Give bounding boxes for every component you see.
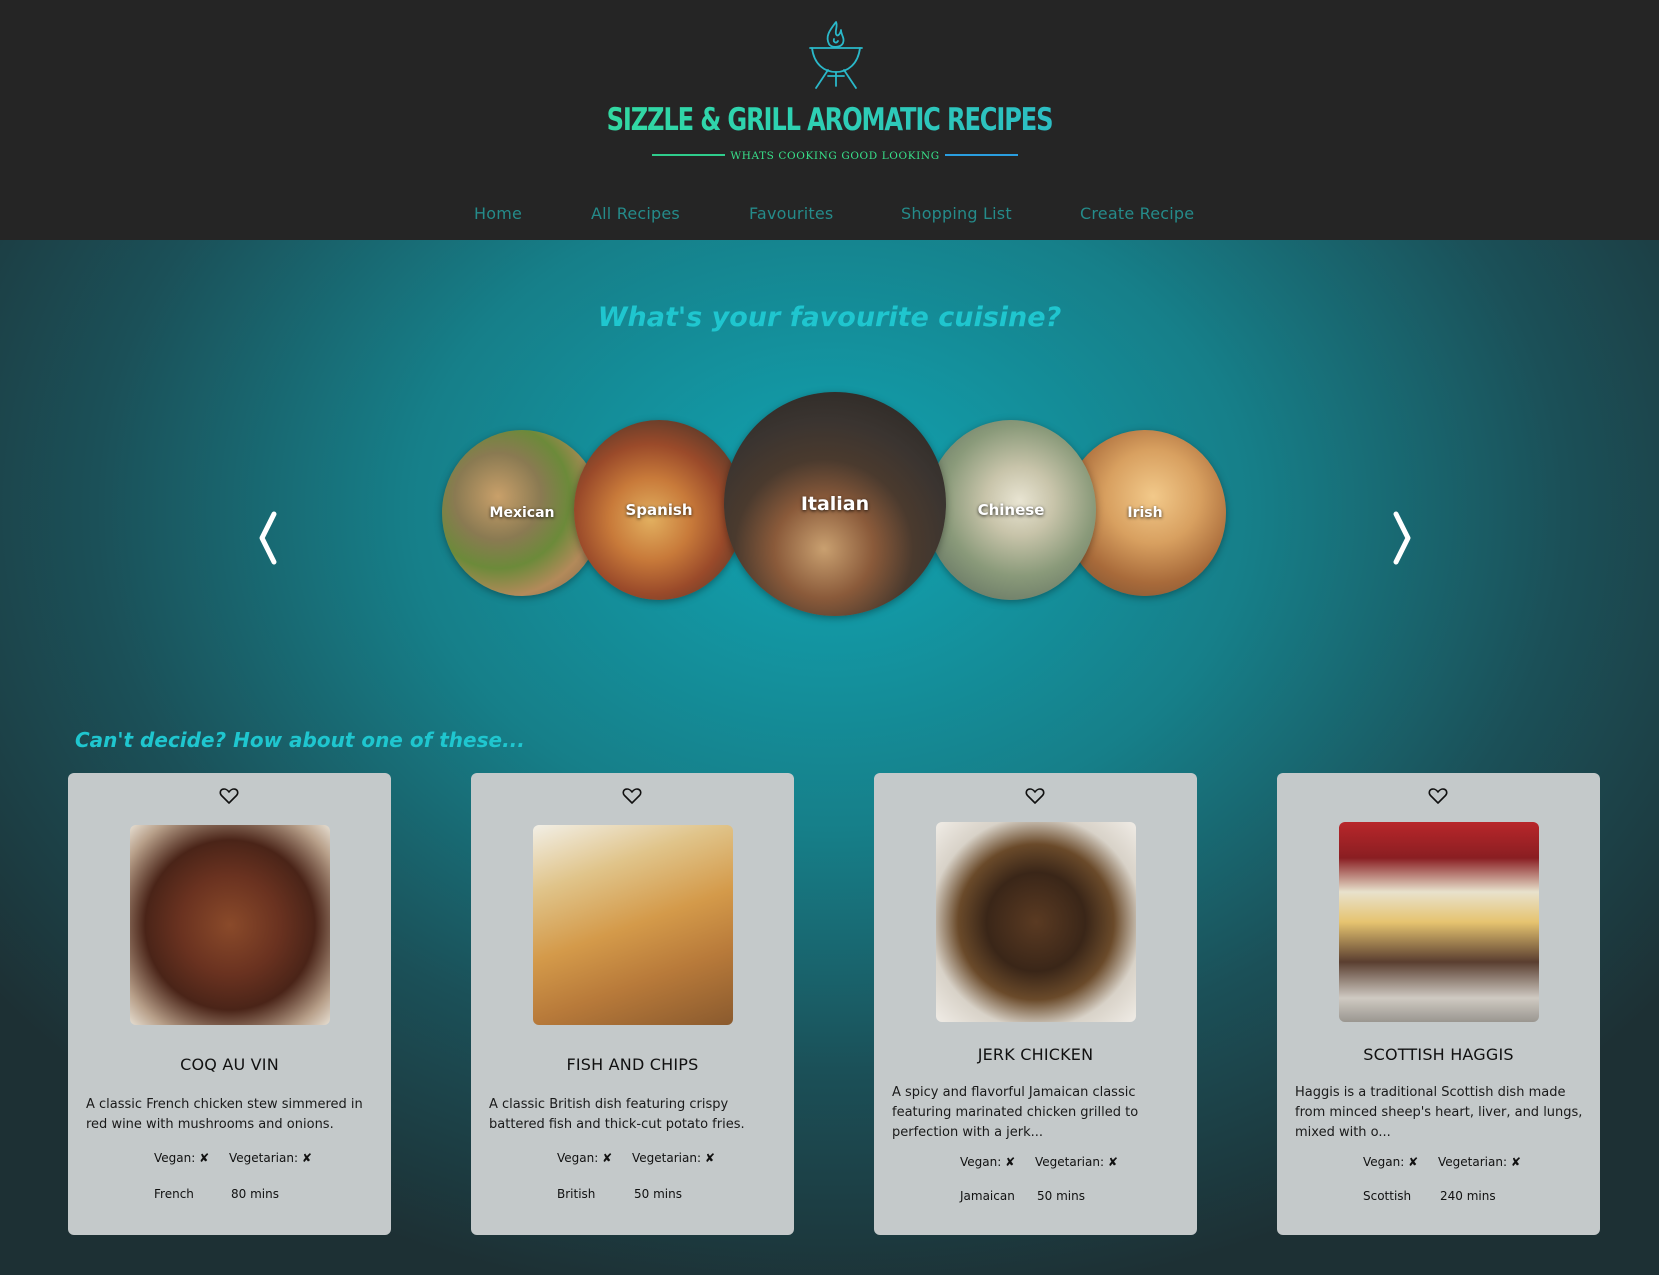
vegetarian-tag: Vegetarian: ✘	[1438, 1155, 1521, 1169]
cuisine-label: Chinese	[977, 501, 1045, 519]
recipe-description: A spicy and flavorful Jamaican classic f…	[892, 1085, 1139, 1140]
heart-icon[interactable]	[219, 787, 239, 805]
cuisine-label: Spanish	[625, 501, 693, 519]
grill-flame-icon[interactable]	[800, 18, 872, 92]
cuisine-chinese[interactable]: Chinese	[926, 420, 1096, 600]
recipe-title[interactable]: FISH AND CHIPS	[471, 1055, 794, 1074]
main-nav: Home All Recipes Favourites Shopping Lis…	[0, 204, 1659, 228]
recipe-card[interactable]: SCOTTISH HAGGIS Haggis is a traditional …	[1277, 773, 1600, 1235]
heart-icon[interactable]	[1428, 787, 1448, 805]
recipe-image[interactable]	[1339, 822, 1539, 1022]
recipe-title[interactable]: JERK CHICKEN	[874, 1045, 1197, 1064]
time-tag: 50 mins	[634, 1187, 682, 1201]
recipe-description: A classic British dish featuring crispy …	[489, 1097, 745, 1132]
vegetarian-tag: Vegetarian: ✘	[1035, 1155, 1118, 1169]
cuisine-spanish[interactable]: Spanish	[574, 420, 744, 600]
site-tagline-row: WHATS COOKING GOOD LOOKING	[652, 150, 1018, 170]
tagline-divider-right	[945, 154, 1018, 156]
vegetarian-tag: Vegetarian: ✘	[229, 1151, 312, 1165]
nav-all-recipes[interactable]: All Recipes	[591, 204, 680, 223]
recipe-title[interactable]: COQ AU VIN	[68, 1055, 391, 1074]
recipe-title[interactable]: SCOTTISH HAGGIS	[1277, 1045, 1600, 1064]
nav-home[interactable]: Home	[474, 204, 522, 223]
vegan-tag: Vegan: ✘	[1363, 1155, 1419, 1169]
recipe-description: A classic French chicken stew simmered i…	[86, 1097, 363, 1132]
recipe-image[interactable]	[130, 825, 330, 1025]
chevron-right-icon[interactable]	[1388, 510, 1418, 566]
chevron-left-icon[interactable]	[252, 510, 282, 566]
cuisine-label: Italian	[800, 493, 870, 515]
cuisine-italian[interactable]: Italian	[724, 392, 946, 616]
cuisine-tag: British	[557, 1187, 596, 1201]
cuisine-label: Irish	[1127, 505, 1163, 521]
heart-icon[interactable]	[622, 787, 642, 805]
cuisine-tag: Jamaican	[960, 1189, 1015, 1203]
cuisine-label: Mexican	[489, 505, 555, 521]
recipe-card[interactable]: COQ AU VIN A classic French chicken stew…	[68, 773, 391, 1235]
tagline-divider-left	[652, 154, 725, 156]
recipe-card[interactable]: FISH AND CHIPS A classic British dish fe…	[471, 773, 794, 1235]
nav-favourites[interactable]: Favourites	[749, 204, 833, 223]
main-content: What's your favourite cuisine? Mexican C…	[0, 240, 1659, 1275]
vegan-tag: Vegan: ✘	[557, 1151, 613, 1165]
site-tagline: WHATS COOKING GOOD LOOKING	[730, 150, 940, 162]
nav-shopping-list[interactable]: Shopping List	[901, 204, 1012, 223]
site-title: SIZZLE & GRILL AROMATIC RECIPES	[182, 102, 1476, 138]
time-tag: 240 mins	[1440, 1189, 1496, 1203]
cuisine-tag: Scottish	[1363, 1189, 1412, 1203]
recipe-card[interactable]: JERK CHICKEN A spicy and flavorful Jamai…	[874, 773, 1197, 1235]
vegan-tag: Vegan: ✘	[154, 1151, 210, 1165]
recipe-image[interactable]	[936, 822, 1136, 1022]
cuisine-heading: What's your favourite cuisine?	[597, 302, 1062, 333]
recipe-description: Haggis is a traditional Scottish dish ma…	[1295, 1085, 1583, 1140]
recipe-image[interactable]	[533, 825, 733, 1025]
time-tag: 50 mins	[1037, 1189, 1085, 1203]
cuisine-tag: French	[154, 1187, 194, 1201]
vegetarian-tag: Vegetarian: ✘	[632, 1151, 715, 1165]
vegan-tag: Vegan: ✘	[960, 1155, 1016, 1169]
heart-icon[interactable]	[1025, 787, 1045, 805]
site-header: SIZZLE & GRILL AROMATIC RECIPES WHATS CO…	[0, 0, 1659, 240]
nav-create-recipe[interactable]: Create Recipe	[1080, 204, 1194, 223]
suggestions-heading: Can't decide? How about one of these...	[75, 728, 525, 752]
time-tag: 80 mins	[231, 1187, 279, 1201]
